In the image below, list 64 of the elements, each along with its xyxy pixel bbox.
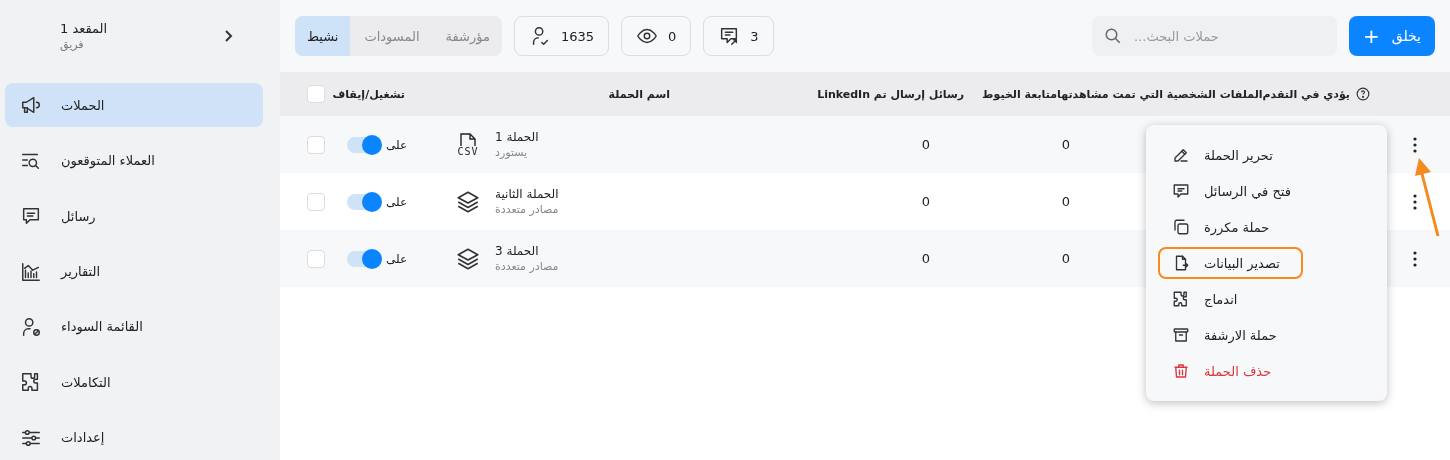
sidebar-item[interactable]: العملاء المتوقعون bbox=[5, 138, 263, 183]
table-cell: 0 bbox=[1061, 251, 1070, 266]
row-checkbox[interactable] bbox=[307, 192, 325, 211]
sidebar-item[interactable]: القائمة السوداء bbox=[5, 304, 263, 350]
chart-icon bbox=[20, 260, 42, 283]
table-cell: 0 bbox=[921, 137, 930, 152]
chevron-right-icon[interactable] bbox=[223, 29, 233, 44]
pencil-icon bbox=[1172, 146, 1190, 164]
stat-chip[interactable]: 0 bbox=[621, 16, 692, 56]
sidebar-item[interactable]: رسائل bbox=[5, 193, 263, 239]
table-cell: 0 bbox=[921, 251, 930, 266]
campaign-name[interactable]: الحملة 1 bbox=[495, 130, 539, 144]
filter-tab[interactable]: نشيط bbox=[295, 16, 351, 56]
menu-item[interactable]: حملة الارشفة bbox=[1158, 319, 1303, 351]
toggle-label: على bbox=[386, 137, 408, 152]
column-header: متابعة الخيوط bbox=[982, 87, 1057, 101]
trash-icon bbox=[1172, 362, 1190, 380]
row-checkbox[interactable] bbox=[307, 135, 325, 154]
toggle-switch[interactable] bbox=[347, 250, 380, 267]
campaign-source: مصادر متعددة bbox=[495, 203, 559, 216]
workspace-name: المقعد 1 bbox=[60, 21, 108, 37]
row-checkbox[interactable] bbox=[307, 249, 325, 268]
help-icon[interactable] bbox=[1356, 87, 1370, 101]
sidebar-item[interactable]: إعدادات bbox=[5, 415, 263, 460]
more-options-icon[interactable] bbox=[1413, 193, 1417, 210]
copy-icon bbox=[1172, 218, 1190, 236]
toggle-label: على bbox=[386, 194, 408, 209]
select-all-checkbox[interactable] bbox=[307, 85, 325, 103]
column-header: رسائل إرسال تم LinkedIn bbox=[817, 87, 965, 101]
more-options-icon[interactable] bbox=[1413, 136, 1417, 153]
toggle-switch[interactable] bbox=[347, 136, 380, 153]
column-header: تشغيل/إيقاف bbox=[331, 87, 405, 101]
column-header: الملفات الشخصية التي تمت مشاهدتها bbox=[1057, 87, 1263, 101]
campaign-name[interactable]: الحملة 3 bbox=[495, 244, 539, 258]
archive-icon bbox=[1172, 326, 1190, 344]
menu-item[interactable]: حذف الحملة bbox=[1158, 355, 1303, 387]
campaign-source: يستورد bbox=[495, 146, 528, 159]
table-cell: 0 bbox=[921, 194, 930, 209]
toggle-label: على bbox=[386, 251, 408, 266]
create-button[interactable]: + يخلق bbox=[1349, 16, 1435, 56]
more-options-icon[interactable] bbox=[1413, 250, 1417, 267]
sidebar-item[interactable]: التقارير bbox=[5, 249, 263, 294]
menu-item[interactable]: تحرير الحملة bbox=[1158, 139, 1303, 171]
puzzle-icon bbox=[1172, 290, 1190, 308]
user-blocked-icon bbox=[20, 315, 42, 338]
menu-item[interactable]: فتح في الرسائل bbox=[1158, 175, 1303, 207]
sidebar-item[interactable]: الحملات bbox=[5, 83, 263, 128]
menu-item[interactable]: تصدير البيانات bbox=[1158, 247, 1303, 279]
menu-item[interactable]: اندماج bbox=[1158, 283, 1303, 315]
campaign-name[interactable]: الحملة الثانية bbox=[495, 187, 559, 201]
search-icon bbox=[1104, 27, 1122, 45]
sidebar-item[interactable]: التكاملات bbox=[5, 360, 263, 405]
table-cell: 0 bbox=[1061, 137, 1070, 152]
toggle-switch[interactable] bbox=[347, 193, 380, 210]
stat-chip[interactable]: 1635 bbox=[513, 16, 610, 56]
message-icon bbox=[1172, 182, 1190, 200]
table-cell: 0 bbox=[1061, 194, 1070, 209]
stat-chip[interactable]: 3 bbox=[703, 16, 774, 56]
search-field[interactable]: حملات البحث... bbox=[1092, 16, 1337, 56]
campaign-source: مصادر متعددة bbox=[495, 260, 559, 273]
menu-item[interactable]: حملة مكررة bbox=[1158, 211, 1303, 243]
column-header: اسم الحملة bbox=[607, 87, 670, 101]
column-header: يؤدي في التقدم bbox=[1262, 87, 1350, 101]
workspace-type: فريق bbox=[60, 38, 84, 52]
